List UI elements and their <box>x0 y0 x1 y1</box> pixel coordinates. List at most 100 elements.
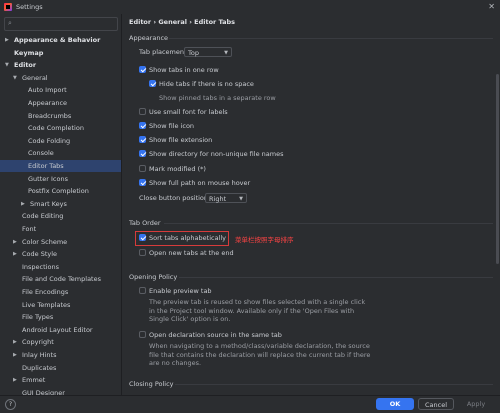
sidebar-item-code-completion[interactable]: Code Completion <box>0 122 121 134</box>
chevron-right-icon[interactable]: ▶ <box>13 248 17 260</box>
sidebar-item-inspections[interactable]: Inspections <box>0 261 121 273</box>
open-declaration-checkbox[interactable] <box>139 331 146 338</box>
sidebar-item-code-style[interactable]: ▶ Code Style <box>0 248 121 260</box>
show-full-path-checkbox[interactable] <box>139 179 146 186</box>
sidebar-item-live-templates[interactable]: Live Templates <box>0 299 121 311</box>
sidebar-item-label: Color Scheme <box>22 237 68 246</box>
chevron-right-icon[interactable]: ▶ <box>13 236 17 248</box>
sidebar-item-label: Code Completion <box>28 124 84 133</box>
tab-placement-value: Top <box>188 49 199 57</box>
help-button[interactable]: ? <box>5 399 16 410</box>
tab-placement-row: Tab placement: <box>139 47 189 57</box>
breadcrumb-editor[interactable]: Editor <box>129 18 151 26</box>
sidebar-item-console[interactable]: Console <box>0 147 121 159</box>
sidebar-item-code-editing[interactable]: Code Editing <box>0 210 121 222</box>
sidebar-item-keymap[interactable]: Keymap <box>0 47 121 59</box>
show-full-path-label: Show full path on mouse hover <box>149 179 251 187</box>
sidebar-item-auto-import[interactable]: Auto Import <box>0 84 121 96</box>
sidebar-item-label: Code Folding <box>28 136 71 145</box>
sort-alphabetically-label: Sort tabs alphabetically <box>149 234 227 242</box>
chevron-down-icon: ▼ <box>224 50 228 56</box>
breadcrumb-editor-tabs: Editor Tabs <box>194 18 236 26</box>
chevron-down-icon[interactable]: ▼ <box>13 72 17 84</box>
sidebar-item-label: Postfix Completion <box>28 187 89 196</box>
close-button-row: Close button position: <box>139 193 210 203</box>
use-small-font-checkbox[interactable] <box>139 108 146 115</box>
open-declaration-description: When navigating to a method/class/variab… <box>149 342 370 368</box>
close-button-value: Right <box>209 195 227 203</box>
enable-preview-checkbox[interactable] <box>139 287 146 294</box>
sidebar-item-file-types[interactable]: File Types <box>0 311 121 323</box>
enable-preview-description: The preview tab is reused to show files … <box>149 298 365 324</box>
sidebar-item-label: Copyright <box>22 338 54 347</box>
chevron-right-icon[interactable]: ▶ <box>5 34 9 46</box>
sidebar-item-breadcrumbs[interactable]: Breadcrumbs <box>0 110 121 122</box>
cancel-button[interactable]: Cancel <box>418 398 454 410</box>
sidebar-item-gutter-icons[interactable]: Gutter Icons <box>0 173 121 185</box>
sidebar-item-inlay-hints[interactable]: ▶ Inlay Hints <box>0 349 121 361</box>
sidebar-item-font[interactable]: Font <box>0 223 121 235</box>
sidebar-item-file-encodings[interactable]: File Encodings <box>0 286 121 298</box>
sidebar-item-general[interactable]: ▼ General <box>0 72 121 84</box>
close-icon[interactable]: ✕ <box>488 2 495 11</box>
hide-tabs-checkbox[interactable] <box>149 80 156 87</box>
sidebar-item-emmet[interactable]: ▶ Emmet <box>0 374 121 386</box>
sidebar-item-postfix-completion[interactable]: Postfix Completion <box>0 185 121 197</box>
chevron-right-icon[interactable]: ▶ <box>13 336 17 348</box>
annotation-note: 菜单栏按照字母排序 <box>235 236 294 244</box>
chevron-right-icon[interactable]: ▶ <box>13 374 17 386</box>
tab-placement-select[interactable]: Top ▼ <box>184 47 232 57</box>
tab-placement-label: Tab placement: <box>139 48 189 56</box>
scrollbar-thumb[interactable] <box>496 74 499 264</box>
description-line: in the Project tool window. Available on… <box>149 306 355 315</box>
sidebar-item-label: Editor <box>14 61 37 70</box>
show-directory-checkbox[interactable] <box>139 150 146 157</box>
settings-window: Settings ✕ ⌕ ▶ Appearance & Behavior Keyma… <box>0 0 500 413</box>
sidebar-item-appearance-behavior[interactable]: ▶ Appearance & Behavior <box>0 34 121 46</box>
apply-button[interactable]: Apply <box>458 398 494 410</box>
search-icon: ⌕ <box>8 19 12 27</box>
sidebar-item-file-and-code-templates[interactable]: File and Code Templates <box>0 273 121 285</box>
chevron-down-icon[interactable]: ▼ <box>5 59 9 71</box>
sidebar-item-editor[interactable]: ▼ Editor <box>0 59 121 71</box>
ok-button[interactable]: OK <box>376 398 414 410</box>
sidebar-item-label: Inlay Hints <box>22 351 57 359</box>
breadcrumb: Editor › General › Editor Tabs <box>129 18 235 26</box>
sidebar-item-label: Smart Keys <box>30 199 67 208</box>
appearance-section-title: Appearance <box>129 34 169 42</box>
sidebar-item-duplicates[interactable]: Duplicates <box>0 362 121 374</box>
close-button-select[interactable]: Right ▼ <box>205 193 247 203</box>
show-file-extension-checkbox[interactable] <box>139 136 146 143</box>
sidebar-item-color-scheme[interactable]: ▶ Color Scheme <box>0 236 121 248</box>
breadcrumb-general[interactable]: General <box>158 18 187 26</box>
content-scrollbar[interactable] <box>495 14 500 395</box>
sidebar-item-appearance[interactable]: Appearance <box>0 97 121 109</box>
sort-alphabetically-checkbox[interactable] <box>139 234 146 241</box>
mark-modified-checkbox[interactable] <box>139 165 146 172</box>
sidebar-item-gui-designer[interactable]: GUI Designer <box>0 387 121 395</box>
chevron-right-icon[interactable]: ▶ <box>21 198 25 210</box>
show-tabs-one-row-checkbox[interactable] <box>139 66 146 73</box>
sidebar-item-code-folding[interactable]: Code Folding <box>0 135 121 147</box>
close-button-label: Close button position: <box>139 194 211 202</box>
show-file-icon-checkbox[interactable] <box>139 122 146 129</box>
sidebar-item-label: Code Editing <box>22 212 64 221</box>
breadcrumb-separator: › <box>153 18 157 26</box>
open-new-at-end-checkbox[interactable] <box>139 249 146 256</box>
sidebar-item-label: General <box>22 73 48 82</box>
sidebar-item-copyright[interactable]: ▶ Copyright <box>0 336 121 348</box>
sidebar-item-label: Appearance & Behavior <box>14 36 101 44</box>
opening-policy-section-title: Opening Policy <box>129 273 178 281</box>
closing-policy-section-title: Closing Policy <box>129 380 174 388</box>
section-divider <box>169 38 493 39</box>
settings-tree: ⌕ ▶ Appearance & Behavior Keymap ▼ Editor ▼ Ge… <box>0 14 122 395</box>
sidebar-item-label: Breadcrumbs <box>28 111 72 120</box>
sidebar-item-label: Font <box>22 225 37 233</box>
chevron-right-icon[interactable]: ▶ <box>13 349 17 361</box>
sidebar-item-label: GUI Designer <box>22 388 65 395</box>
sidebar-item-smart-keys[interactable]: ▶ Smart Keys <box>0 198 121 210</box>
settings-search-input[interactable]: ⌕ <box>4 17 118 31</box>
chevron-down-icon: ▼ <box>239 196 243 202</box>
sidebar-item-editor-tabs[interactable]: Editor Tabs <box>0 160 121 172</box>
sidebar-item-android-layout-editor[interactable]: Android Layout Editor <box>0 324 121 336</box>
